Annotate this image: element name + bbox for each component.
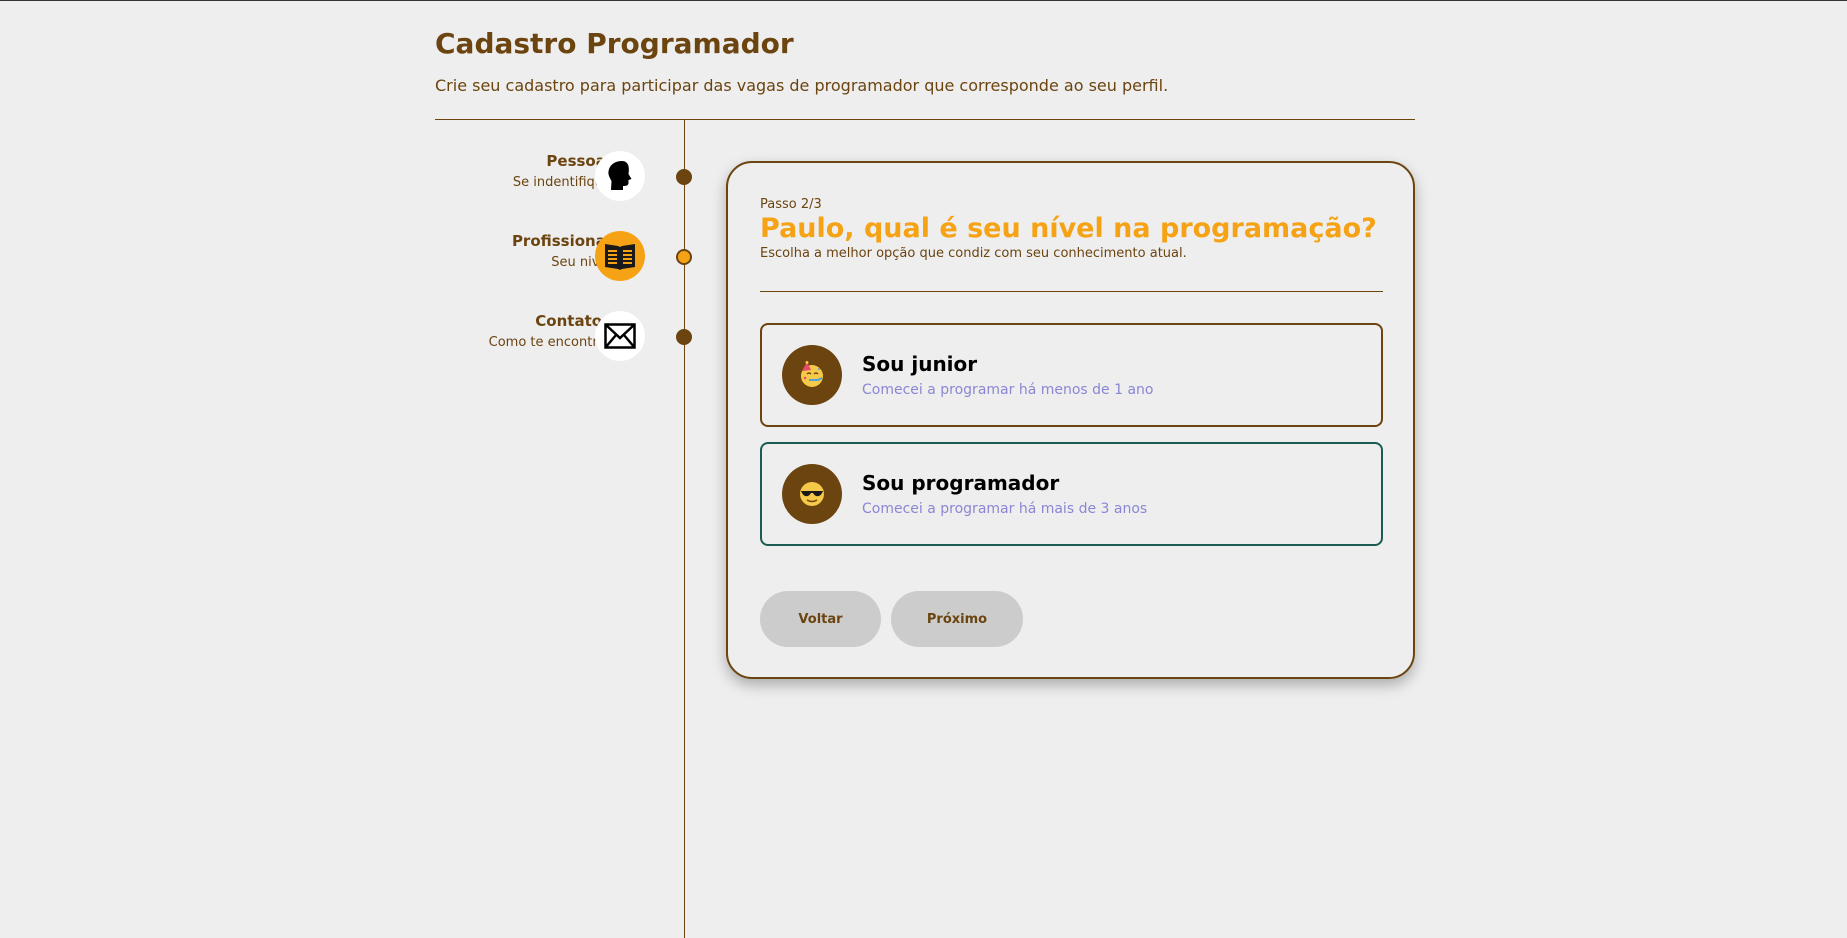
step-subtitle: Seu nivel — [551, 255, 611, 270]
envelope-icon — [595, 311, 645, 361]
sunglasses-face-icon — [782, 464, 842, 524]
option-title: Sou junior — [862, 352, 978, 376]
option-programador[interactable]: Sou programador Comecei a programar há m… — [760, 442, 1383, 546]
book-icon — [595, 231, 645, 281]
level-card: Passo 2/3 Paulo, qual é seu nível na pro… — [726, 161, 1415, 679]
option-subtitle: Comecei a programar há mais de 3 anos — [862, 501, 1148, 517]
step-text: Contatos Como te encontrar — [411, 311, 611, 353]
page-title: Cadastro Programador — [435, 27, 794, 60]
back-button[interactable]: Voltar — [760, 591, 881, 647]
next-button[interactable]: Próximo — [891, 591, 1023, 647]
step-subtitle: Se indentifique — [512, 175, 611, 190]
head-silhouette-icon — [595, 151, 645, 201]
header-divider — [435, 119, 1415, 120]
option-title: Sou programador — [862, 471, 1060, 495]
step-title: Profissional — [511, 232, 611, 250]
card-description: Escolha a melhor opção que condiz com se… — [760, 246, 1187, 261]
step-title: Contatos — [535, 312, 611, 330]
step-subtitle: Como te encontrar — [488, 335, 611, 350]
step-text: Pessoal Se indentifique — [411, 151, 611, 193]
step-dot-active — [676, 249, 692, 265]
step-text: Profissional Seu nivel — [411, 231, 611, 273]
option-subtitle: Comecei a programar há menos de 1 ano — [862, 382, 1154, 398]
step-profissional[interactable]: Profissional Seu nivel — [435, 231, 695, 283]
step-title: Pessoal — [546, 152, 611, 170]
step-contatos[interactable]: Contatos Como te encontrar — [435, 311, 695, 363]
step-pessoal[interactable]: Pessoal Se indentifique — [435, 151, 695, 203]
option-junior[interactable]: Sou junior Comecei a programar há menos … — [760, 323, 1383, 427]
card-title: Paulo, qual é seu nível na programação? — [760, 213, 1377, 244]
step-dot — [676, 169, 692, 185]
step-counter: Passo 2/3 — [760, 197, 822, 212]
card-divider — [760, 291, 1383, 292]
step-dot — [676, 329, 692, 345]
page-container: Cadastro Programador Crie seu cadastro p… — [435, 0, 1415, 938]
page-subtitle: Crie seu cadastro para participar das va… — [435, 76, 1169, 95]
party-face-icon — [782, 345, 842, 405]
